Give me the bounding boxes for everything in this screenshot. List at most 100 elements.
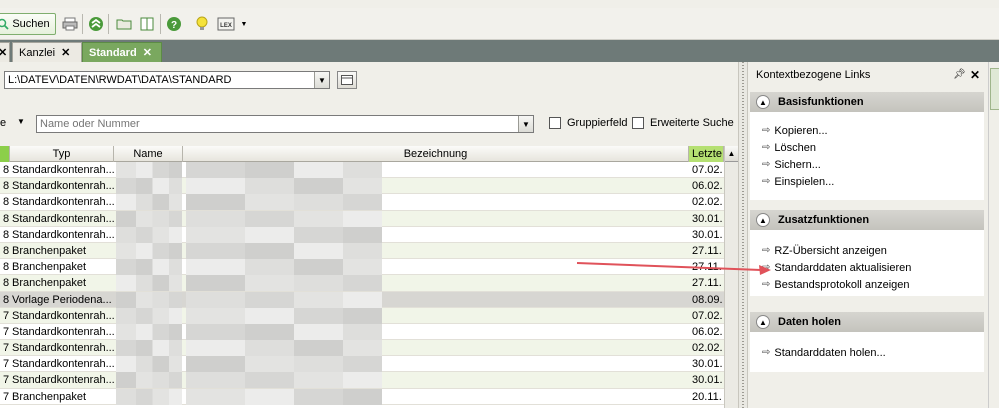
row-number: 8 <box>3 164 10 176</box>
redacted-block <box>116 162 182 178</box>
table-row[interactable]: 7 Standardkontenrah... 06.02. <box>0 323 724 341</box>
redacted-block <box>186 388 382 405</box>
browse-button[interactable] <box>337 71 357 89</box>
row-number: 8 <box>3 261 10 274</box>
table-row[interactable]: 7 Standardkontenrah... 30.01. <box>0 372 724 389</box>
side-dock <box>988 62 999 408</box>
redacted-block <box>186 162 382 178</box>
section-daten-holen: ▲ Daten holen ⇨ Standarddaten holen... <box>750 312 984 372</box>
redacted-block <box>186 259 382 276</box>
columns-icon[interactable] <box>137 13 157 35</box>
table-row[interactable]: 7 Standardkontenrah... 30.01. <box>0 356 724 373</box>
pin-icon[interactable]: 📌︎ <box>953 69 966 80</box>
table-row[interactable]: 8 Standardkontenrah... 07.02. <box>0 162 724 179</box>
vertical-scrollbar[interactable]: ▲ <box>724 146 738 408</box>
link-rz-overview[interactable]: ⇨ RZ-Übersicht anzeigen <box>762 242 984 259</box>
redacted-block <box>186 323 382 340</box>
row-date: 06.02. <box>692 325 723 338</box>
table-row[interactable]: 8 Branchenpaket 27.11. <box>0 275 724 292</box>
link-copy[interactable]: ⇨ Kopieren... <box>762 122 984 139</box>
link-delete[interactable]: ⇨ Löschen <box>762 139 984 156</box>
row-type: Standardkontenrah... <box>12 180 114 193</box>
path-select[interactable]: L:\DATEV\DATEN\RWDAT\DATA\STANDARD ▼ <box>4 71 330 89</box>
arrow-right-icon: ⇨ <box>762 262 771 273</box>
name-search-input[interactable] <box>37 116 518 132</box>
collapse-icon[interactable]: ▲ <box>756 315 770 329</box>
table-row[interactable]: 7 Branchenpaket 20.11. <box>0 388 724 405</box>
extended-search-checkbox[interactable]: Erweiterte Suche <box>632 117 734 129</box>
row-type: Branchenpaket <box>12 277 86 290</box>
folder-icon[interactable] <box>114 13 134 35</box>
row-date: 06.02. <box>692 180 723 193</box>
chevron-down-icon[interactable]: ▼ <box>518 116 533 132</box>
toolbar-overflow-icon[interactable]: ▼ <box>240 13 248 35</box>
tab-standard[interactable]: Standard ✕ <box>82 42 162 62</box>
link-restore[interactable]: ⇨ Einspielen... <box>762 173 984 190</box>
link-label: Löschen <box>774 141 816 154</box>
row-type: Standardkontenrah... <box>12 196 114 209</box>
table-row[interactable]: 8 Branchenpaket 27.11. <box>0 242 724 260</box>
chevron-down-icon[interactable]: ▼ <box>314 72 329 88</box>
redacted-block <box>116 356 182 373</box>
close-icon[interactable]: ✕ <box>970 68 980 82</box>
column-header-name[interactable]: Name <box>114 146 183 162</box>
link-update-standard-data[interactable]: ⇨ Standarddaten aktualisieren <box>762 259 984 276</box>
print-icon[interactable] <box>60 13 80 35</box>
section-header[interactable]: ▲ Daten holen <box>750 312 984 332</box>
table-row[interactable]: 8 Standardkontenrah... 30.01. <box>0 210 724 227</box>
grouping-checkbox[interactable]: Gruppierfeld <box>549 117 628 129</box>
table-row[interactable]: 8 Vorlage Periodena... 08.09. <box>0 291 724 308</box>
side-dock-tab[interactable] <box>990 68 999 110</box>
checkbox-icon[interactable] <box>549 117 561 129</box>
table-row[interactable]: 8 Standardkontenrah... 02.02. <box>0 194 724 211</box>
search-button[interactable]: Suchen <box>0 13 56 35</box>
link-inventory-log[interactable]: ⇨ Bestandsprotokoll anzeigen <box>762 276 984 293</box>
redacted-block <box>186 210 382 227</box>
arrow-right-icon: ⇨ <box>762 245 771 256</box>
data-list-pane: L:\DATEV\DATEN\RWDAT\DATA\STANDARD ▼ e ▼… <box>0 62 738 408</box>
link-fetch-standard-data[interactable]: ⇨ Standarddaten holen... <box>762 344 984 361</box>
collapse-icon[interactable]: ▲ <box>756 95 770 109</box>
link-label: Einspielen... <box>774 175 835 188</box>
close-icon[interactable]: ✕ <box>61 46 70 59</box>
filter-dropdown-icon[interactable]: ▼ <box>17 117 25 126</box>
link-label: RZ-Übersicht anzeigen <box>774 244 887 257</box>
table-row[interactable]: 7 Standardkontenrah... 02.02. <box>0 340 724 357</box>
section-header[interactable]: ▲ Zusatzfunktionen <box>750 210 984 230</box>
column-header-type[interactable]: Typ <box>10 146 114 162</box>
row-type: Standardkontenrah... <box>12 374 114 387</box>
redacted-block <box>116 307 182 324</box>
arrow-right-icon: ⇨ <box>762 279 771 290</box>
section-header[interactable]: ▲ Basisfunktionen <box>750 92 984 112</box>
scroll-up-icon[interactable]: ▲ <box>725 146 738 162</box>
table-row[interactable]: 8 Branchenpaket 27.11. <box>0 259 724 276</box>
help-icon[interactable]: ? <box>164 13 184 35</box>
row-number: 8 <box>3 293 10 306</box>
tab-close-icon[interactable]: ✕ <box>0 42 10 62</box>
row-date: 30.01. <box>692 374 723 387</box>
redacted-block <box>116 323 182 340</box>
row-date: 30.01. <box>692 228 723 241</box>
table-row[interactable]: 8 Standardkontenrah... 30.01. <box>0 226 724 243</box>
section-zusatzfunktionen: ▲ Zusatzfunktionen ⇨ RZ-Übersicht anzeige… <box>750 210 984 296</box>
lex-icon[interactable]: LEX <box>216 13 236 35</box>
redacted-block <box>186 194 382 211</box>
column-header-last[interactable]: Letzte <box>689 146 724 162</box>
tab-label: Standard <box>89 46 137 59</box>
name-search-field[interactable]: ▼ <box>36 115 534 133</box>
column-header-number[interactable] <box>0 146 10 162</box>
row-number: 8 <box>3 277 10 290</box>
column-header-description[interactable]: Bezeichnung <box>183 146 689 162</box>
filter-label: e <box>0 117 7 129</box>
table-row[interactable]: 8 Standardkontenrah... 06.02. <box>0 178 724 195</box>
checkbox-icon[interactable] <box>632 117 644 129</box>
table-row[interactable]: 7 Standardkontenrah... 07.02. <box>0 307 724 324</box>
link-backup[interactable]: ⇨ Sichern... <box>762 156 984 173</box>
collapse-icon[interactable]: ▲ <box>756 213 770 227</box>
pane-splitter[interactable] <box>738 62 748 408</box>
search-icon <box>0 18 9 33</box>
close-icon[interactable]: ✕ <box>143 46 152 59</box>
lightbulb-icon[interactable] <box>192 13 212 35</box>
tab-kanzlei[interactable]: Kanzlei ✕ <box>12 42 82 62</box>
refresh-icon[interactable] <box>86 13 106 35</box>
